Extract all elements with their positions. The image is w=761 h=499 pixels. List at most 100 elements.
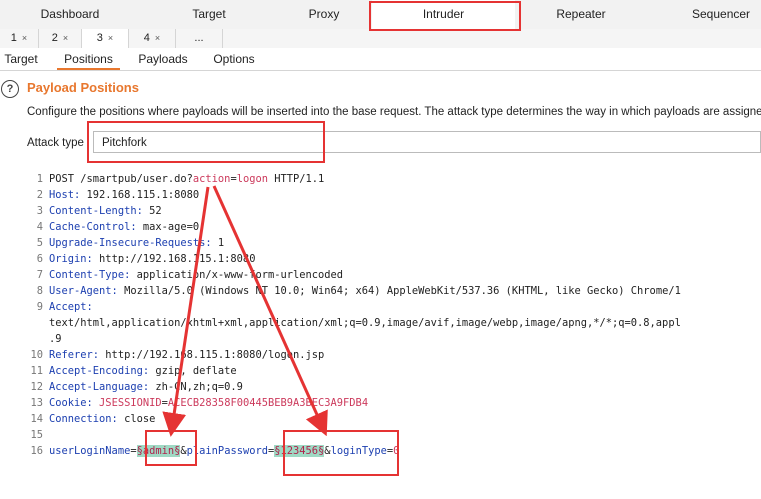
header-line: 5 Upgrade-Insecure-Requests: 1 (26, 235, 224, 251)
header-value: text/html,application/xhtml+xml,applicat… (49, 317, 681, 329)
header-key: Cookie: (49, 397, 93, 409)
line-number: 9 (36, 301, 43, 313)
header-line-wrap: 0.9 (26, 331, 62, 347)
header-line: 2 Host: 192.168.115.1:8080 (26, 187, 199, 203)
header-key: Referer: (49, 349, 100, 361)
header-value: 52 (142, 205, 162, 217)
header-value: http://192.168.115.1:8080 (92, 253, 256, 265)
header-key: Connection: (49, 413, 118, 425)
attack-tab-1[interactable]: 1 × (0, 29, 39, 48)
header-value: Mozilla/5.0 (Windows NT 10.0; Win64; x64… (117, 285, 681, 297)
header-line: 4 Cache-Control: max-age=0 (26, 219, 199, 235)
line-number: 3 (36, 205, 43, 217)
param-name: userLoginName (49, 445, 131, 457)
header-key: Content-Length: (49, 205, 143, 217)
header-key: Origin: (49, 253, 93, 265)
annotation-box-intruder (369, 1, 521, 31)
tab-target-section[interactable]: Target (0, 48, 42, 70)
header-key: Accept: (49, 301, 93, 313)
intruder-section-tabs: Target Positions Payloads Options (0, 48, 761, 71)
header-value: application/x-www-form-urlencoded (130, 269, 344, 281)
section-title: Payload Positions (27, 80, 139, 95)
line-number: 12 (30, 381, 43, 393)
http-version: HTTP/1.1 (267, 173, 325, 185)
header-line: 12 Accept-Language: zh-CN,zh;q=0.9 (26, 379, 243, 395)
tab-positions[interactable]: Positions (57, 48, 120, 70)
close-icon[interactable]: × (155, 33, 160, 43)
header-key: Accept-Encoding: (49, 365, 150, 377)
line-number: 10 (30, 349, 43, 361)
attack-tab-2[interactable]: 2 × (39, 29, 82, 48)
header-key: Cache-Control: (49, 221, 137, 233)
tab-dashboard[interactable]: Dashboard (0, 0, 140, 29)
header-value: 192.168.115.1:8080 (80, 189, 200, 201)
header-value: zh-CN,zh;q=0.9 (149, 381, 243, 393)
line-number: 5 (36, 237, 43, 249)
attack-tab-label: 2 (51, 32, 58, 44)
header-line: 3 Content-Length: 52 (26, 203, 162, 219)
header-value: 1 (211, 237, 225, 249)
attack-tab-label: 4 (143, 32, 150, 44)
help-icon[interactable]: ? (1, 80, 19, 98)
line-number: 15 (30, 429, 43, 441)
attack-tab-label: 1 (10, 32, 17, 44)
section-description: Configure the positions where payloads w… (27, 106, 761, 118)
header-key: Upgrade-Insecure-Requests: (49, 237, 212, 249)
header-value: max-age=0 (136, 221, 200, 233)
attack-tab-3[interactable]: 3 × (82, 29, 129, 48)
close-icon[interactable]: × (22, 33, 27, 43)
line-number: 8 (36, 285, 43, 297)
tab-payloads[interactable]: Payloads (133, 48, 193, 70)
header-line: 9 Accept: (26, 299, 93, 315)
cookie-name: JSESSIONID (92, 397, 162, 409)
annotation-box-username-payload (145, 430, 197, 466)
equals-sign: = (130, 445, 137, 457)
line-number: 4 (36, 221, 43, 233)
header-line: 14 Connection: close (26, 411, 155, 427)
line-number: 1 (36, 173, 43, 185)
attack-tab-4[interactable]: 4 × (129, 29, 176, 48)
header-value: close (117, 413, 156, 425)
header-key: Host: (49, 189, 81, 201)
attack-tab-label: 3 (96, 32, 103, 44)
attack-tab-label: ... (194, 32, 204, 44)
line-number: 11 (30, 365, 43, 377)
cookie-value: ACECB28358F00445BEB9A3BEC3A9FDB4 (167, 397, 369, 409)
header-line: 11 Accept-Encoding: gzip, deflate (26, 363, 237, 379)
line-number: 13 (30, 397, 43, 409)
header-value: .9 (49, 333, 62, 345)
line-number: 6 (36, 253, 43, 265)
annotation-box-attack-type (87, 121, 325, 163)
query-param-value: logon (236, 173, 268, 185)
request-method-path: POST /smartpub/user.do? (49, 173, 193, 185)
tab-target[interactable]: Target (140, 0, 278, 29)
close-icon[interactable]: × (63, 33, 68, 43)
header-line: 10 Referer: http://192.168.115.1:8080/log… (26, 347, 324, 363)
header-line-wrap: 0text/html,application/xhtml+xml,applica… (26, 315, 681, 331)
tab-proxy[interactable]: Proxy (278, 0, 370, 29)
param-name: plainPassword (186, 445, 268, 457)
line-number: 7 (36, 269, 43, 281)
attack-tab-bar: 1 × 2 × 3 × 4 × ... (0, 29, 761, 49)
header-key: User-Agent: (49, 285, 118, 297)
header-value: http://192.168.115.1:8080/logon.jsp (99, 349, 325, 361)
close-icon[interactable]: × (108, 33, 113, 43)
header-value: gzip, deflate (149, 365, 237, 377)
tab-options[interactable]: Options (205, 48, 263, 70)
request-line: 1 POST /smartpub/user.do?action=logon HTT… (26, 171, 325, 187)
line-number: 16 (30, 445, 43, 457)
attack-tab-new[interactable]: ... (176, 29, 223, 48)
attack-type-label: Attack type (27, 137, 84, 149)
header-line: 8 User-Agent: Mozilla/5.0 (Windows NT 10.… (26, 283, 681, 299)
empty-line: 15 (26, 427, 49, 443)
header-line: 7 Content-Type: application/x-www-form-ur… (26, 267, 343, 283)
line-number: 14 (30, 413, 43, 425)
line-number: 2 (36, 189, 43, 201)
header-line: 6 Origin: http://192.168.115.1:8080 (26, 251, 256, 267)
tab-repeater[interactable]: Repeater (520, 0, 642, 29)
tab-sequencer[interactable]: Sequencer (692, 0, 761, 29)
query-param-name: action (192, 173, 231, 185)
annotation-box-password-payload (283, 430, 399, 476)
header-key: Accept-Language: (49, 381, 150, 393)
header-line: 13 Cookie: JSESSIONID=ACECB28358F00445BEB… (26, 395, 368, 411)
